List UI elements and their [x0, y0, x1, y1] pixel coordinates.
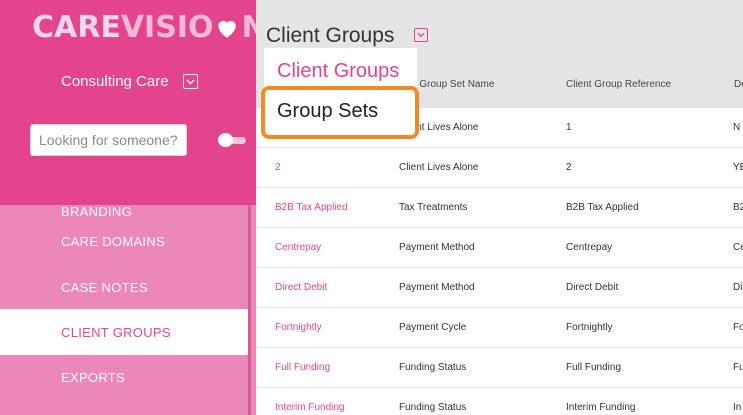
cell-set-name: Client Lives Alone [399, 122, 479, 133]
search-input[interactable] [30, 124, 187, 156]
cell-fourth: Fu [733, 362, 743, 373]
sidebar-item-label: EXPORTS [61, 370, 125, 385]
heart-icon [218, 20, 237, 38]
client-groups-dropdown-menu: Client Groups Group Sets [264, 48, 417, 136]
sidebar-scrollbar[interactable] [248, 205, 251, 415]
organisation-selector[interactable]: Consulting Care [61, 73, 198, 90]
sidebar-item-care-domains[interactable]: CARE DOMAINS [0, 217, 248, 266]
column-header-fourth[interactable]: De [734, 79, 743, 90]
cell-reference: Interim Funding [566, 402, 636, 413]
carevision-logo[interactable]: CARE VISIO N [32, 10, 256, 45]
table-row[interactable]: Fortnightly Payment Cycle Fortnightly Fo [256, 308, 743, 348]
cell-group-name[interactable]: Interim Funding [275, 388, 385, 415]
organisation-name: Consulting Care [61, 73, 169, 90]
logo-text-visio: VISIO [120, 10, 214, 45]
cell-set-name: Funding Status [399, 402, 467, 413]
cell-reference: Fortnightly [566, 322, 613, 333]
sidebar-item-label: CLIENT GROUPS [61, 324, 171, 340]
sidebar-item-case-notes[interactable]: CASE NOTES [0, 266, 248, 309]
toggle-knob[interactable] [218, 133, 233, 147]
table-row[interactable]: Full Funding Funding Status Full Funding… [256, 348, 743, 388]
cell-group-name[interactable]: Full Funding [275, 348, 385, 388]
sidebar-item-branding[interactable]: BRANDING [0, 204, 248, 219]
logo-text-n: N [241, 10, 256, 45]
cell-fourth: Ce [733, 242, 743, 253]
cell-set-name: Funding Status [399, 362, 467, 373]
sidebar-item-label: BRANDING [61, 204, 133, 219]
cell-group-name[interactable]: Direct Debit [275, 268, 385, 308]
column-header-reference[interactable]: Client Group Reference [566, 79, 671, 90]
menu-item-client-groups[interactable]: Client Groups [277, 60, 399, 83]
client-groups-table: Client Lives Alone 1 N 2 Client Lives Al… [256, 108, 743, 415]
cell-fourth: In [733, 402, 742, 413]
cell-group-name[interactable]: Fortnightly [275, 308, 385, 348]
cell-group-name[interactable]: 2 [275, 148, 385, 188]
cell-set-name: Tax Treatments [399, 202, 468, 213]
cell-fourth: B2 [733, 202, 743, 213]
cell-reference: Centrepay [566, 242, 613, 253]
table-row[interactable]: Interim Funding Funding Status Interim F… [256, 388, 743, 415]
sidebar-item-label: CARE DOMAINS [61, 234, 166, 249]
search-toggle[interactable] [218, 133, 246, 147]
menu-item-group-sets[interactable]: Group Sets [277, 100, 378, 123]
table-row[interactable]: B2B Tax Applied Tax Treatments B2B Tax A… [256, 188, 743, 228]
sidebar-nav: BRANDING CARE DOMAINS CASE NOTES CLIENT … [0, 204, 248, 400]
cell-set-name: Payment Method [399, 282, 475, 293]
cell-set-name: Client Lives Alone [399, 162, 479, 173]
chevron-down-icon[interactable] [182, 74, 198, 89]
cell-reference: B2B Tax Applied [566, 202, 639, 213]
sidebar-item-exports[interactable]: EXPORTS [0, 355, 248, 400]
sidebar: CAREVISIO N Consulting Care BRANDING CARE… [0, 0, 256, 415]
cell-reference: Direct Debit [566, 282, 619, 293]
cell-fourth: Di [733, 282, 743, 293]
cell-reference: 1 [566, 122, 572, 133]
table-row[interactable]: Direct Debit Payment Method Direct Debit… [256, 268, 743, 308]
table-row[interactable]: Centrepay Payment Method Centrepay Ce [256, 228, 743, 268]
table-row[interactable]: 2 Client Lives Alone 2 YE [256, 148, 743, 188]
cell-fourth: N [733, 122, 741, 133]
cell-fourth: YE [733, 162, 743, 173]
chevron-down-icon[interactable] [414, 28, 428, 42]
cell-group-name[interactable]: B2B Tax Applied [275, 188, 385, 228]
sidebar-header: CARE VISIO N Consulting Care [0, 0, 256, 205]
sidebar-item-client-groups[interactable]: CLIENT GROUPS [0, 309, 248, 355]
cell-set-name: Payment Cycle [399, 322, 467, 333]
cell-reference: Full Funding [566, 362, 622, 373]
page-title: Client Groups [266, 24, 395, 47]
sidebar-item-label: CASE NOTES [61, 280, 148, 295]
cell-reference: 2 [566, 162, 572, 173]
cell-group-name[interactable]: Centrepay [275, 228, 385, 268]
cell-set-name: Payment Method [399, 242, 475, 253]
logo-text-care: CARE [32, 10, 121, 45]
cell-fourth: Fo [733, 322, 743, 333]
